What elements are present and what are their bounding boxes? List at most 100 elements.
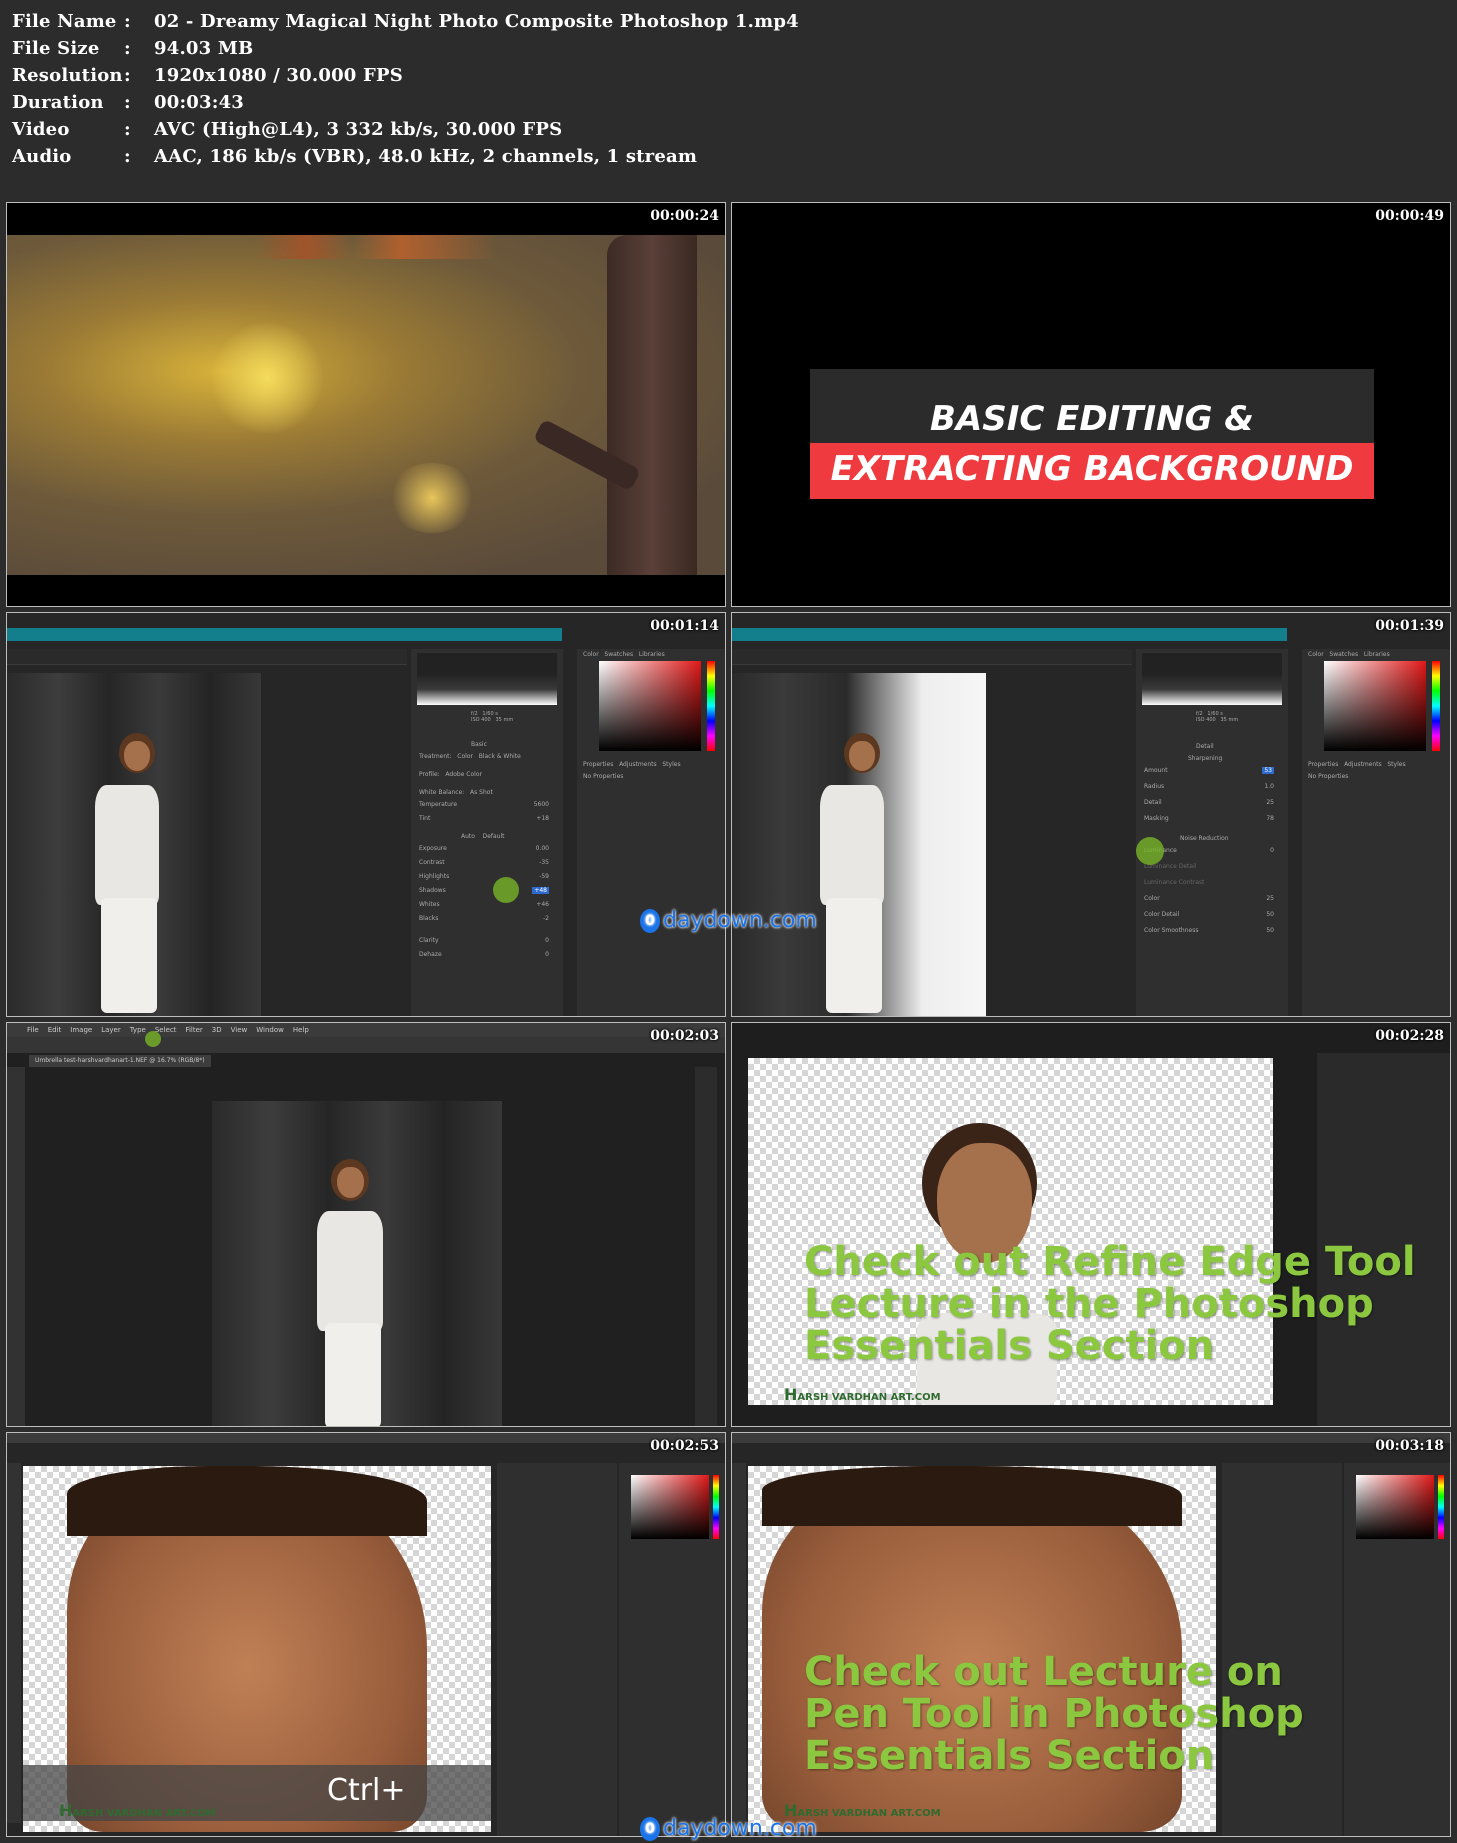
right-toolstrip[interactable] [695,1067,717,1426]
hue-strip[interactable] [1432,661,1440,751]
tools-panel[interactable] [7,1463,21,1823]
hue-strip[interactable] [713,1475,719,1539]
info-row-audio: Audio: AAC, 186 kb/s (VBR), 48.0 kHz, 2 c… [12,146,698,167]
slider-tint[interactable]: Tint +18 [419,815,549,822]
options-bar [7,1037,725,1053]
hue-strip[interactable] [707,661,715,751]
basic-title: Basic [471,741,487,748]
color-panel[interactable] [619,1463,725,1836]
tree-trunk [607,235,697,575]
thumbnail-6[interactable]: 00:02:28 Check out Refine Edge Tool Lect… [731,1022,1451,1427]
thumbnail-3[interactable]: 00:01:14 f/2 1/60 s ISO 400 35 mm Basic T… [6,612,726,1017]
teal-titlebar [732,628,1287,641]
camera-raw-panel: f/2 1/60 s ISO 400 35 mm Basic Treatment:… [411,649,563,1016]
auto-default[interactable]: Auto Default [461,833,505,840]
slider-detail[interactable]: Detail 25 [1144,799,1274,806]
slider-temperature[interactable]: Temperature 5600 [419,801,549,808]
tools-panel[interactable] [732,1463,746,1823]
slider-whites[interactable]: Whites +46 [419,901,549,908]
thumbnail-7[interactable]: 00:02:53 Ctrl+ HARSH VARDHAN ART.COM [6,1432,726,1837]
histogram [1142,653,1282,705]
timestamp: 00:02:03 [650,1028,719,1044]
color-panel: Color Swatches Libraries Properties Adju… [577,649,725,1016]
hair-closeup [762,1466,1182,1526]
overlay-text: Check out Lecture on Pen Tool in Photosh… [804,1649,1304,1779]
watermark-icon: 0 [640,908,660,933]
title-line-2: EXTRACTING BACKGROUND [830,449,1354,489]
title-line-1: BASIC EDITING & [930,399,1254,439]
thumbnail-1[interactable]: 00:00:24 [6,202,726,607]
properties-tabs[interactable]: Properties Adjustments Styles [1308,761,1406,768]
exif: f/2 1/60 s ISO 400 35 mm [1196,711,1239,723]
color-tabs[interactable]: Color Swatches Libraries [1308,651,1390,658]
thumbnail-4[interactable]: 00:01:39 f/2 1/60 s ISO 400 35 mm Detail … [731,612,1451,1017]
info-row-file-size: File Size:94.03 MB [12,38,254,59]
girl-face [124,741,150,771]
slider-radius[interactable]: Radius 1.0 [1144,783,1274,790]
thumbnail-2[interactable]: 00:00:49 BASIC EDITING & EXTRACTING BACK… [731,202,1451,607]
info-row-file-name: File Name:02 - Dreamy Magical Night Phot… [12,11,799,32]
slider-luminance-contrast[interactable]: Luminance Contrast [1144,879,1274,886]
watermark: 0 daydown.com [640,908,817,933]
slider-luminance-detail[interactable]: Luminance Detail [1144,863,1274,870]
slider-color[interactable]: Color 25 [1144,895,1274,902]
slider-masking[interactable]: Masking 78 [1144,815,1274,822]
color-panel: Color Swatches Libraries Properties Adju… [1302,649,1450,1016]
exif: f/2 1/60 s ISO 400 35 mm [471,711,514,723]
girl-skirt [826,898,882,1013]
watermark: 0 daydown.com [640,1816,817,1841]
bokeh-light [207,323,327,433]
girl-dress [317,1211,383,1331]
properties-tabs[interactable]: Properties Adjustments Styles [583,761,681,768]
slider-color-smoothness[interactable]: Color Smoothness 50 [1144,927,1274,934]
timestamp: 00:00:24 [650,208,719,224]
timestamp: 00:01:39 [1375,618,1444,634]
color-picker[interactable] [1324,661,1426,751]
menu-bar: File Edit Image Layer Type Select Filter 3D View… [7,1023,725,1037]
slider-contrast[interactable]: Contrast -35 [419,859,549,866]
timestamp: 00:01:14 [650,618,719,634]
slider-dehaze[interactable]: Dehaze 0 [419,951,549,958]
girl-dress [95,785,159,905]
tools-panel[interactable] [7,1067,25,1426]
teal-titlebar [7,628,562,641]
no-properties: No Properties [1308,773,1349,780]
timestamp: 00:03:18 [1375,1438,1444,1454]
layers-panel[interactable] [497,1463,617,1836]
timestamp: 00:00:49 [1375,208,1444,224]
toolbar [732,649,1132,665]
info-row-duration: Duration:00:03:43 [12,92,245,113]
color-picker[interactable] [1356,1475,1434,1539]
color-picker[interactable] [599,661,701,751]
slider-blacks[interactable]: Blacks -2 [419,915,549,922]
detail-title: Detail [1196,743,1214,750]
color-picker[interactable] [631,1475,709,1539]
girl-skirt [325,1323,381,1426]
thumbnail-5[interactable]: 00:02:03 File Edit Image Layer Type Select Fil… [6,1022,726,1427]
color-tabs[interactable]: Color Swatches Libraries [583,651,665,658]
histogram [417,653,557,705]
logo: HARSH VARDHAN ART.COM [784,1385,941,1404]
toolbar [7,649,407,665]
doc-tab[interactable]: Umbrella test-harshvardhanart-1.NEF @ 16… [29,1055,211,1067]
menu-bar [7,1433,725,1443]
slider-highlights[interactable]: Highlights -59 [419,873,549,880]
logo: HARSH VARDHAN ART.COM [59,1801,216,1820]
slider-clarity[interactable]: Clarity 0 [419,937,549,944]
watermark-icon: 0 [640,1816,660,1841]
slider-shadows[interactable]: Shadows +48 [419,887,549,894]
thumbnail-8[interactable]: 00:03:18 Check out Lecture on Pen Tool i… [731,1432,1451,1837]
cursor-highlight [1136,837,1164,865]
slider-amount[interactable]: Amount 53 [1144,767,1274,774]
girl-face [849,741,875,771]
slider-exposure[interactable]: Exposure 0.00 [419,845,549,852]
camera-raw-panel: f/2 1/60 s ISO 400 35 mm Detail Sharpenin… [1136,649,1288,1016]
media-info-header: File Name:02 - Dreamy Magical Night Phot… [0,0,1457,190]
color-panel[interactable] [1344,1463,1450,1836]
slider-color-detail[interactable]: Color Detail 50 [1144,911,1274,918]
hair-closeup [67,1466,427,1536]
bokeh-light [387,463,477,533]
girl-dress [820,785,884,905]
treatment-label: Treatment: Color Black & White [419,753,521,760]
hue-strip[interactable] [1438,1475,1444,1539]
